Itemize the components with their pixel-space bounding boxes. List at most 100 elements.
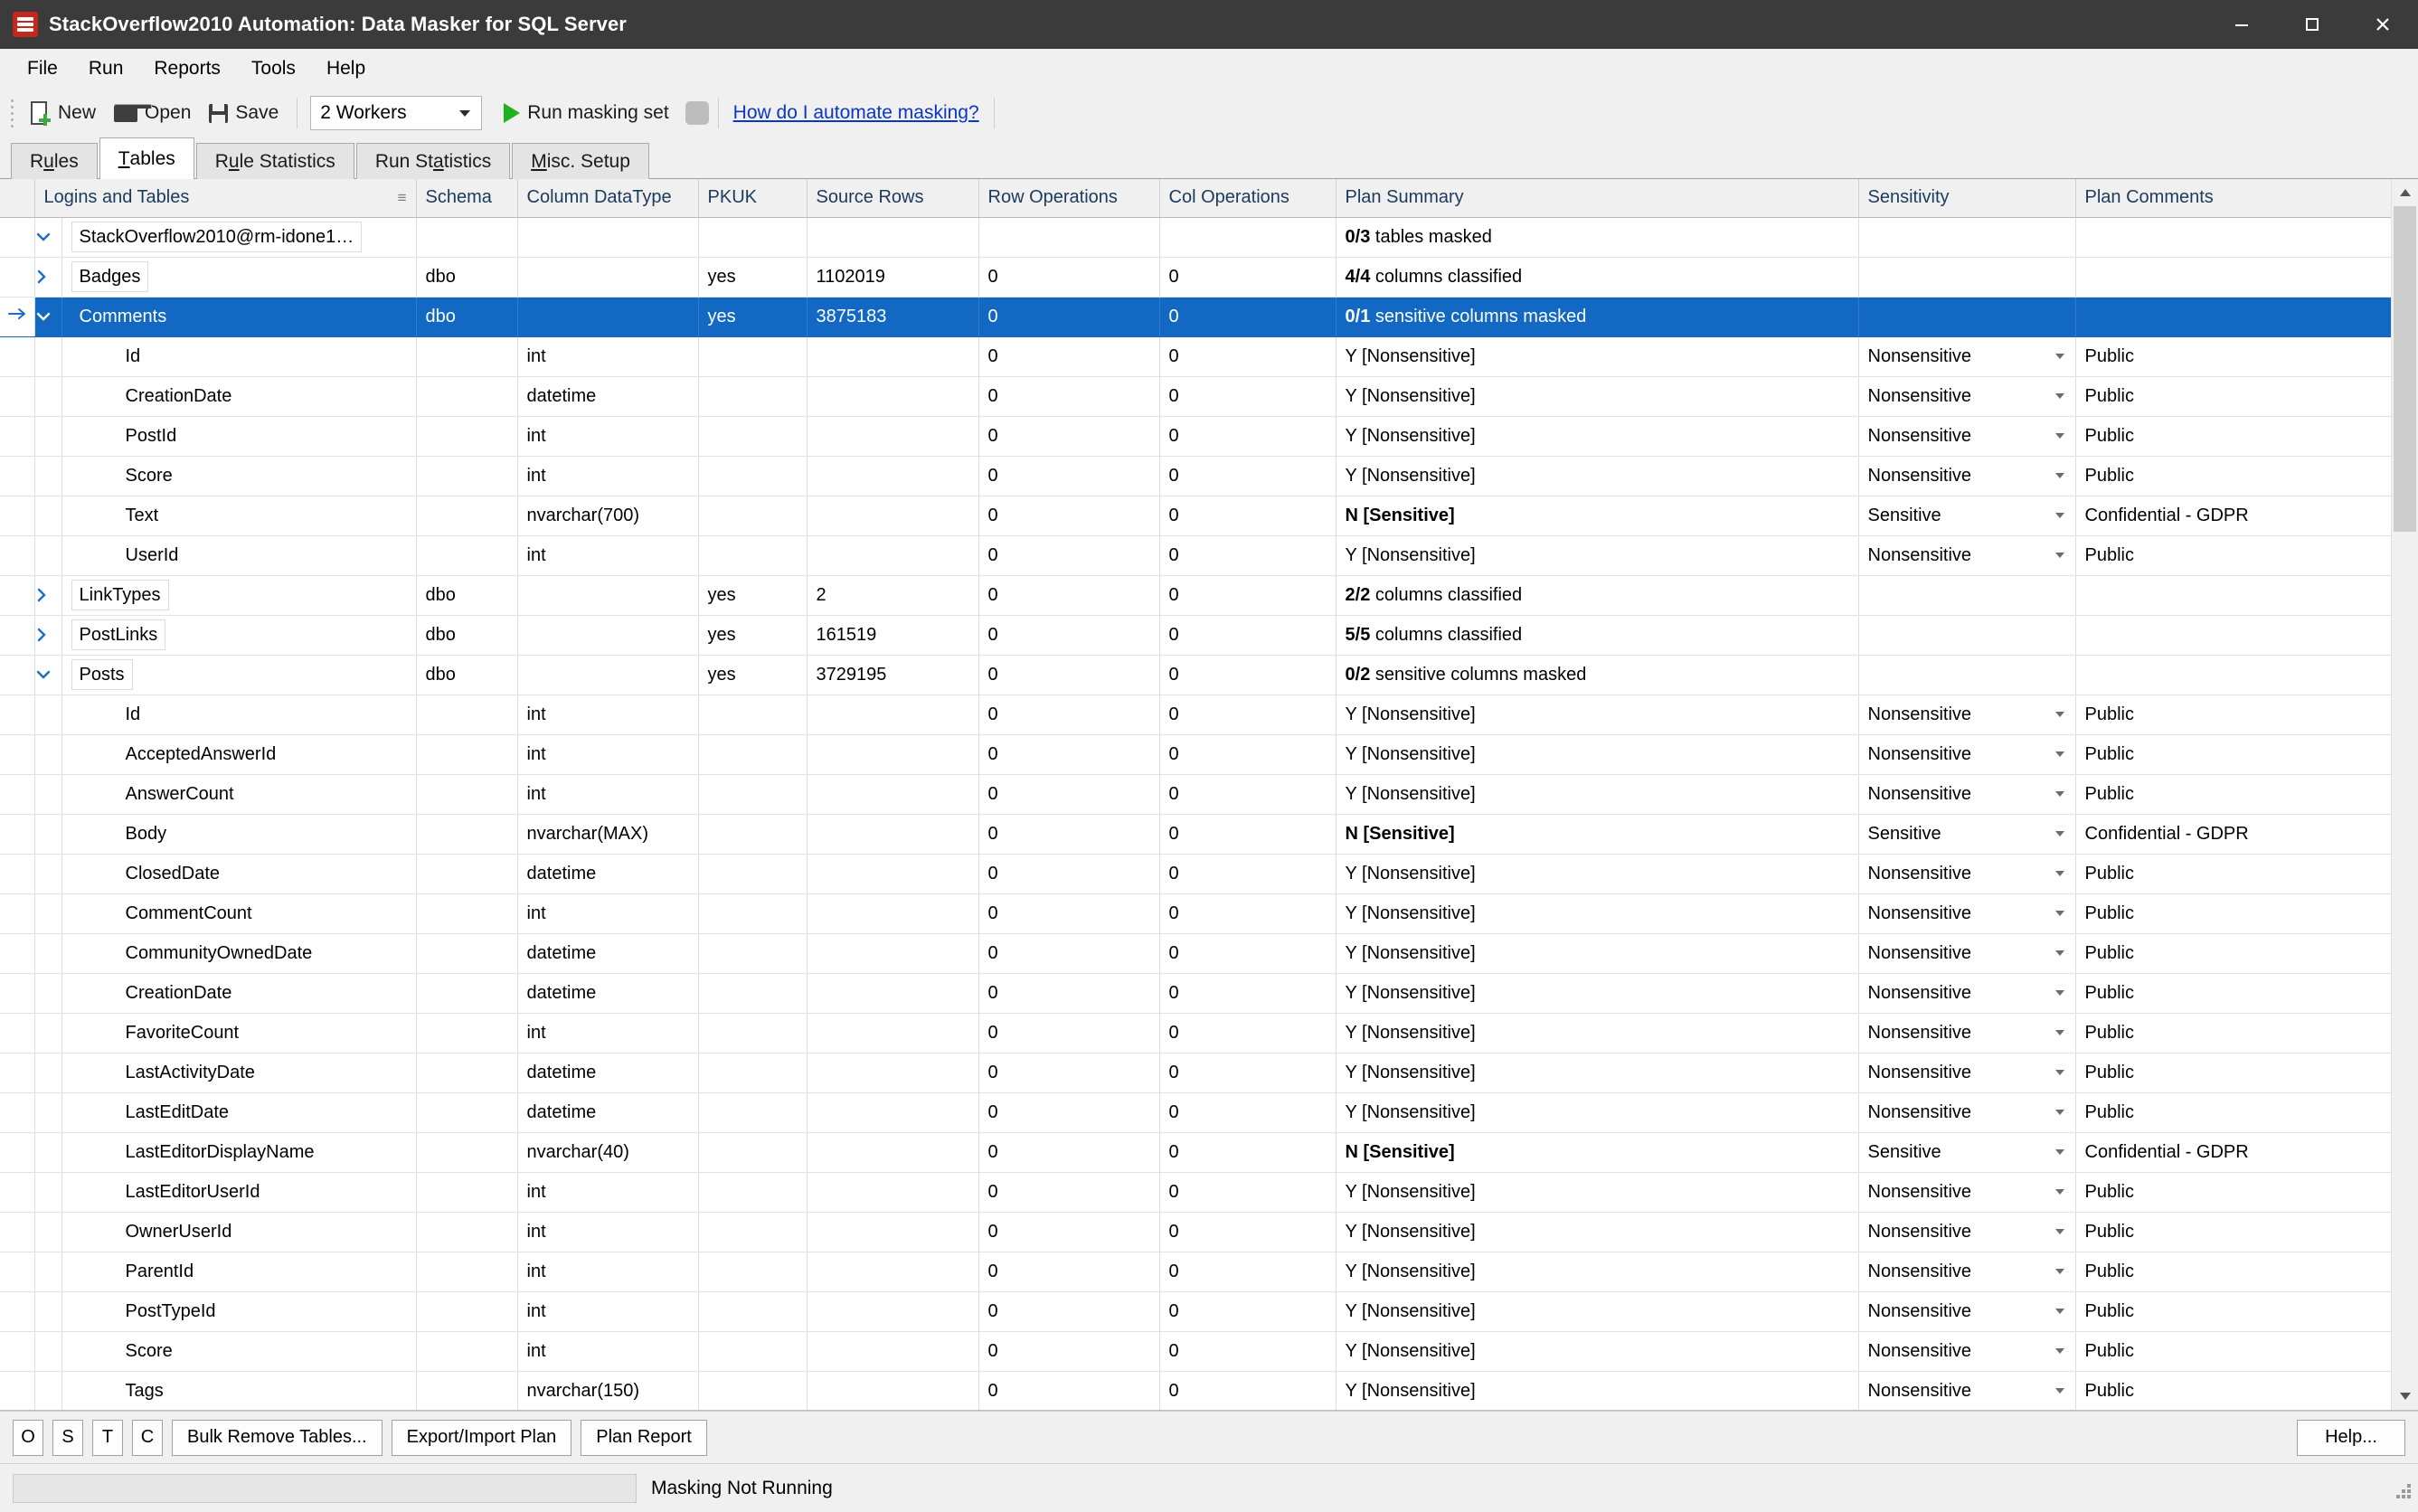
row-expander[interactable] xyxy=(34,814,62,855)
row-expander[interactable] xyxy=(34,1291,62,1332)
table-row[interactable]: CommunityOwnedDate datetime 0 0 Y [Nonsensit… xyxy=(0,933,2391,974)
row-expander[interactable] xyxy=(34,734,62,775)
row-name-cell[interactable]: PostTypeId xyxy=(61,1291,417,1332)
row-name-cell[interactable]: LastActivityDate xyxy=(61,1053,417,1093)
menu-item-run[interactable]: Run xyxy=(74,53,138,83)
row-sensitivity-cell[interactable]: Nonsensitive xyxy=(1858,416,2076,457)
row-name-cell[interactable]: CommentCount xyxy=(61,893,417,934)
open-button[interactable]: Open xyxy=(105,99,200,128)
row-sensitivity-cell[interactable]: Sensitive xyxy=(1858,1132,2076,1173)
row-sensitivity-cell[interactable]: Nonsensitive xyxy=(1858,1291,2076,1332)
minimize-icon[interactable] xyxy=(2206,0,2277,49)
row-expander[interactable] xyxy=(34,416,62,457)
row-sensitivity-cell[interactable]: Nonsensitive xyxy=(1858,336,2076,377)
chevron-down-icon[interactable] xyxy=(2054,473,2064,478)
chevron-down-icon[interactable] xyxy=(2054,791,2064,797)
chevron-down-icon[interactable] xyxy=(2054,354,2064,359)
table-row[interactable]: CommentCount int 0 0 Y [Nonsensitive] Nonsens… xyxy=(0,893,2391,934)
row-name-cell[interactable]: AcceptedAnswerId xyxy=(61,734,417,775)
row-expander[interactable] xyxy=(34,1092,62,1133)
row-expander[interactable] xyxy=(34,1252,62,1292)
chevron-down-icon[interactable] xyxy=(2054,1388,2064,1394)
tab-run-statistics[interactable]: Run St a tistics xyxy=(355,143,511,179)
row-sensitivity-cell[interactable]: Nonsensitive xyxy=(1858,854,2076,894)
table-row[interactable]: StackOverflow2010@rm-idone1… 0/3 tables m… xyxy=(0,217,2391,258)
row-expander[interactable] xyxy=(34,973,62,1014)
chevron-down-icon[interactable] xyxy=(2054,712,2064,717)
table-row[interactable]: Tags nvarchar(150) 0 0 Y [Nonsensitive] Nonse… xyxy=(0,1371,2391,1410)
run-masking-set-button[interactable]: Run masking set xyxy=(495,99,677,128)
new-button[interactable]: New xyxy=(22,98,105,128)
table-row[interactable]: Badges dbo yes 1102019 0 0 4/4 columns classif… xyxy=(0,257,2391,298)
row-expander[interactable] xyxy=(34,893,62,934)
chevron-down-icon[interactable] xyxy=(2054,950,2064,956)
row-name-cell[interactable]: UserId xyxy=(61,535,417,576)
row-expander[interactable] xyxy=(34,854,62,894)
close-icon[interactable] xyxy=(2347,0,2418,49)
stop-button[interactable] xyxy=(685,101,709,125)
row-sensitivity-cell[interactable]: Nonsensitive xyxy=(1858,1053,2076,1093)
resize-grip[interactable] xyxy=(2391,1479,2411,1498)
vertical-scroll-thumb[interactable] xyxy=(2394,206,2416,532)
save-button[interactable]: Save xyxy=(200,99,288,128)
row-name-cell[interactable]: PostId xyxy=(61,416,417,457)
row-name-cell[interactable]: LastEditDate xyxy=(61,1092,417,1133)
chevron-down-icon[interactable] xyxy=(2054,990,2064,996)
row-expander[interactable] xyxy=(34,257,62,298)
table-row[interactable]: Id int 0 0 Y [Nonsensitive] Nonsensitive Publi… xyxy=(0,336,2391,377)
scroll-up-icon[interactable] xyxy=(2392,179,2418,206)
row-sensitivity-cell[interactable]: Nonsensitive xyxy=(1858,376,2076,417)
row-name-cell[interactable]: Score xyxy=(61,456,417,496)
col-header-plan-summary[interactable]: Plan Summary xyxy=(1336,179,1859,218)
chevron-down-icon[interactable] xyxy=(2054,1309,2064,1314)
table-row[interactable]: LastEditorUserId int 0 0 Y [Nonsensitive] Non… xyxy=(0,1172,2391,1213)
table-row[interactable]: OwnerUserId int 0 0 Y [Nonsensitive] Nonsensi… xyxy=(0,1212,2391,1252)
table-row[interactable]: LastActivityDate datetime 0 0 Y [Nonsensitiv… xyxy=(0,1053,2391,1093)
table-row[interactable]: Posts dbo yes 3729195 0 0 0/2 sensitive column… xyxy=(0,655,2391,695)
row-sensitivity-cell[interactable]: Nonsensitive xyxy=(1858,774,2076,815)
row-sensitivity-cell[interactable]: Nonsensitive xyxy=(1858,1212,2076,1252)
row-expander[interactable] xyxy=(34,1132,62,1173)
row-name-cell[interactable]: Body xyxy=(61,814,417,855)
row-sensitivity-cell[interactable]: Nonsensitive xyxy=(1858,456,2076,496)
row-sensitivity-cell[interactable] xyxy=(1858,217,2076,258)
table-row[interactable]: PostTypeId int 0 0 Y [Nonsensitive] Nonsensit… xyxy=(0,1291,2391,1332)
table-row[interactable]: Score int 0 0 Y [Nonsensitive] Nonsensitive Pu… xyxy=(0,1331,2391,1372)
row-sensitivity-cell[interactable]: Nonsensitive xyxy=(1858,1172,2076,1213)
row-sensitivity-cell[interactable]: Nonsensitive xyxy=(1858,1331,2076,1372)
col-header-plan-comments[interactable]: Plan Comments xyxy=(2075,179,2391,218)
workers-dropdown[interactable]: 2 Workers xyxy=(310,96,483,130)
table-row[interactable]: AcceptedAnswerId int 0 0 Y [Nonsensitive] Non… xyxy=(0,734,2391,775)
table-row[interactable]: LastEditDate datetime 0 0 Y [Nonsensitive] No… xyxy=(0,1092,2391,1133)
row-sensitivity-cell[interactable]: Nonsensitive xyxy=(1858,973,2076,1014)
row-expander[interactable] xyxy=(34,655,62,695)
row-sensitivity-cell[interactable]: Nonsensitive xyxy=(1858,695,2076,735)
table-row[interactable]: Score int 0 0 Y [Nonsensitive] Nonsensitive Pu… xyxy=(0,456,2391,496)
table-row[interactable]: Body nvarchar(MAX) 0 0 N [Sensitive] Sensitiv… xyxy=(0,814,2391,855)
row-name-cell[interactable]: Text xyxy=(61,496,417,536)
table-row[interactable]: AnswerCount int 0 0 Y [Nonsensitive] Nonsensi… xyxy=(0,774,2391,815)
table-row[interactable]: PostLinks dbo yes 161519 0 0 5/5 columns class… xyxy=(0,615,2391,656)
button-o[interactable]: O xyxy=(13,1419,43,1456)
menu-item-tools[interactable]: Tools xyxy=(237,53,310,83)
chevron-down-icon[interactable] xyxy=(2054,911,2064,916)
row-expander[interactable] xyxy=(34,496,62,536)
row-sensitivity-cell[interactable] xyxy=(1858,575,2076,616)
row-name-cell[interactable]: CreationDate xyxy=(61,973,417,1014)
row-expander[interactable] xyxy=(34,535,62,576)
row-sensitivity-cell[interactable]: Sensitive xyxy=(1858,814,2076,855)
row-expander[interactable] xyxy=(34,575,62,616)
row-name-cell[interactable]: LastEditorUserId xyxy=(61,1172,417,1213)
scroll-down-icon[interactable] xyxy=(2392,1383,2418,1410)
row-sensitivity-cell[interactable] xyxy=(1858,257,2076,298)
row-expander[interactable] xyxy=(34,217,62,258)
chevron-down-icon[interactable] xyxy=(2054,751,2064,757)
chevron-down-icon[interactable] xyxy=(2054,1030,2064,1035)
row-sensitivity-cell[interactable]: Nonsensitive xyxy=(1858,535,2076,576)
button-t[interactable]: T xyxy=(92,1419,123,1456)
row-name-cell[interactable]: ClosedDate xyxy=(61,854,417,894)
row-expander[interactable] xyxy=(34,1013,62,1054)
row-sensitivity-cell[interactable]: Nonsensitive xyxy=(1858,933,2076,974)
row-name-cell[interactable]: OwnerUserId xyxy=(61,1212,417,1252)
row-expander[interactable] xyxy=(34,1371,62,1410)
